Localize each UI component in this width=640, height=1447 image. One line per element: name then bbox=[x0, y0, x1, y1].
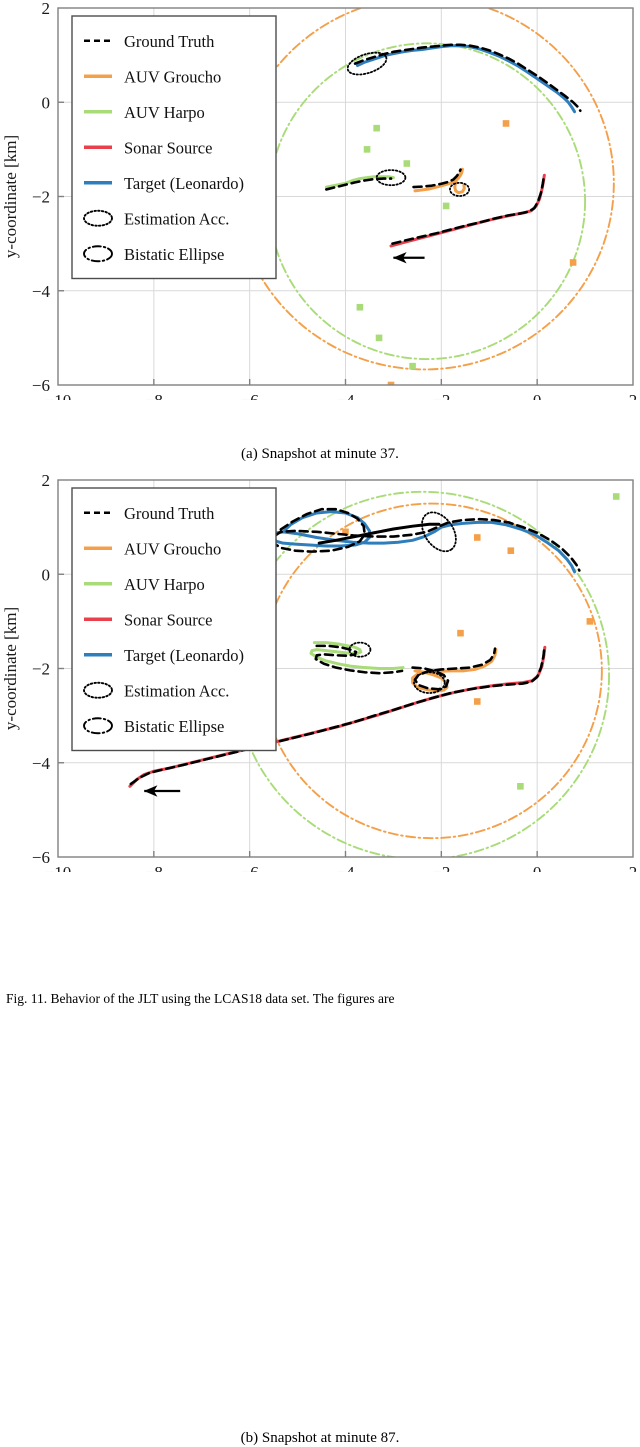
scatter-marker bbox=[373, 124, 380, 132]
estimation-accuracy-ellipse bbox=[346, 51, 388, 76]
tick-label-y: −4 bbox=[32, 282, 51, 301]
legend-label: AUV Groucho bbox=[124, 539, 221, 558]
tick-label-x: 0 bbox=[533, 391, 542, 400]
scatter-marker bbox=[356, 303, 364, 311]
tick-label-x: −2 bbox=[432, 391, 450, 400]
tick-label-x: −6 bbox=[241, 391, 259, 400]
chart-legend: Ground Truth AUV Groucho AUV Harpo Sonar So… bbox=[71, 15, 277, 280]
series-line bbox=[411, 648, 498, 693]
figure-caption-text: Behavior of the JLT using the LCAS18 dat… bbox=[50, 991, 395, 1006]
bistatic-ellipse bbox=[234, 8, 615, 371]
scatter-marker bbox=[569, 259, 577, 266]
estimation-accuracy-ellipse bbox=[449, 181, 471, 197]
tick-label-x: −4 bbox=[336, 391, 355, 400]
tick-label-y: −2 bbox=[32, 660, 50, 679]
tick-label-y: −6 bbox=[32, 376, 50, 395]
tick-label-x: 0 bbox=[533, 863, 542, 872]
figure-panel-b: −10−8−6−4−202−6−4−202x-coordinate [km]y-… bbox=[0, 472, 640, 1446]
y-axis-title: y-coordinate [km] bbox=[1, 607, 20, 730]
tick-label-y: 0 bbox=[42, 93, 51, 112]
tick-label-x: −6 bbox=[241, 863, 259, 872]
plot-area-a: −10−8−6−4−202−6−4−202x-coordinate [km]y-… bbox=[0, 0, 640, 400]
legend-label: Estimation Acc. bbox=[124, 209, 229, 228]
chart-legend: Ground Truth AUV Groucho AUV Harpo Sonar So… bbox=[71, 487, 277, 752]
figure-number: Fig. 11. bbox=[6, 991, 48, 1006]
tick-label-x: 2 bbox=[629, 391, 638, 400]
tick-label-y: −4 bbox=[32, 754, 51, 773]
scatter-marker bbox=[409, 362, 416, 370]
tick-label-x: 2 bbox=[629, 863, 638, 872]
legend-label: AUV Harpo bbox=[124, 103, 205, 122]
legend-label: Bistatic Ellipse bbox=[124, 717, 224, 736]
figure-caption: Fig. 11. Behavior of the JLT using the L… bbox=[6, 991, 634, 1008]
scatter-marker bbox=[363, 146, 371, 153]
series-line bbox=[413, 167, 466, 195]
legend-label: Ground Truth bbox=[124, 32, 215, 51]
tick-label-y: −2 bbox=[32, 188, 50, 207]
scatter-marker bbox=[586, 618, 594, 625]
tick-label-x: −8 bbox=[145, 391, 163, 400]
legend-label: Ground Truth bbox=[124, 504, 215, 523]
figure-panel-a: −10−8−6−4−202−6−4−202x-coordinate [km]y-… bbox=[0, 0, 640, 480]
figure-container: −10−8−6−4−202−6−4−202x-coordinate [km]y-… bbox=[0, 0, 640, 1446]
tick-label-y: 2 bbox=[42, 0, 51, 18]
scatter-marker bbox=[507, 547, 515, 554]
scatter-marker bbox=[517, 783, 524, 790]
scatter-marker bbox=[502, 120, 510, 127]
chart-svg-a: −10−8−6−4−202−6−4−202x-coordinate [km]y-… bbox=[1, 0, 638, 400]
legend-label: Target (Leonardo) bbox=[124, 174, 244, 193]
legend-label: Estimation Acc. bbox=[124, 681, 229, 700]
scatter-marker bbox=[473, 698, 481, 705]
scatter-marker bbox=[473, 534, 481, 541]
chart-svg-b: −10−8−6−4−202−6−4−202x-coordinate [km]y-… bbox=[1, 472, 638, 872]
legend-label: AUV Harpo bbox=[124, 575, 205, 594]
subcaption-a: (a) Snapshot at minute 37. bbox=[241, 446, 399, 462]
tick-label-x: −2 bbox=[432, 863, 450, 872]
tick-label-y: −6 bbox=[32, 848, 50, 867]
y-axis-title: y-coordinate [km] bbox=[1, 135, 20, 258]
legend-label: Target (Leonardo) bbox=[124, 646, 244, 665]
legend-label: Sonar Source bbox=[124, 138, 212, 157]
subcaption-b: (b) Snapshot at minute 87. bbox=[240, 1430, 400, 1446]
tick-label-x: −8 bbox=[145, 863, 163, 872]
scatter-marker bbox=[612, 493, 620, 500]
scatter-marker bbox=[442, 202, 450, 210]
legend-label: Bistatic Ellipse bbox=[124, 245, 224, 264]
scatter-marker bbox=[375, 334, 383, 342]
legend-label: AUV Groucho bbox=[124, 67, 221, 86]
plot-content bbox=[234, 8, 615, 385]
scatter-marker bbox=[403, 160, 411, 167]
scatter-marker bbox=[457, 629, 464, 637]
plot-area-b: −10−8−6−4−202−6−4−202x-coordinate [km]y-… bbox=[0, 472, 640, 872]
tick-label-y: 0 bbox=[42, 565, 51, 584]
tick-label-y: 2 bbox=[42, 472, 51, 490]
legend-label: Sonar Source bbox=[124, 610, 212, 629]
tick-label-x: −4 bbox=[336, 863, 355, 872]
